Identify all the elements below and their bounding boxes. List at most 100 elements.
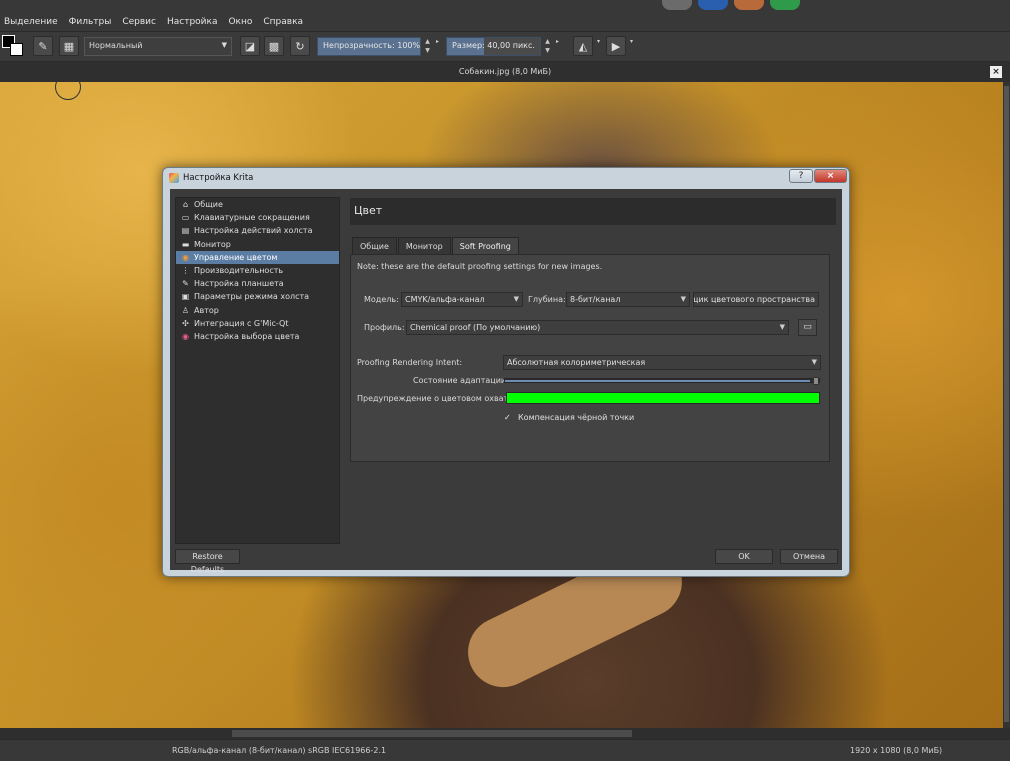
document-tab[interactable]: Собакин.jpg (8,0 МиБ) × [0,62,1010,82]
opacity-value: 100% [397,41,421,50]
nav-item-color-management[interactable]: ◉ Управление цветом [176,250,339,264]
nav-item-label: Интеграция с G'Mic-Qt [194,318,289,328]
author-icon: ♙ [181,305,190,315]
chevron-down-icon: ▼ [779,323,785,331]
grid-icon: ▦ [63,39,75,53]
gamut-warning-label: Предупреждение о цветовом охвате: [357,394,516,403]
nav-item-author[interactable]: ♙ Автор [176,304,339,317]
status-bar: RGB/альфа-канал (8-бит/канал) sRGB IEC61… [0,739,1010,761]
depth-select[interactable]: 8-бит/канал ▼ [566,292,690,307]
color-engine-field[interactable]: Проверщик цветового пространства [693,292,819,307]
mirror-horizontal-button[interactable]: ◭ [573,36,593,56]
canvas-mode-icon: ▣ [181,292,190,302]
checkbox-checked-icon[interactable]: ✓ [504,413,513,422]
model-value: CMYK/альфа-канал [405,295,485,304]
mirror-icon: ◭ [578,39,588,53]
opacity-spin-buttons[interactable]: ▲ ▼ [423,37,432,56]
taskbar-strip [662,0,800,10]
chevron-down-icon: ▼ [221,41,227,49]
background-color[interactable] [10,43,23,56]
color-engine-value: Проверщик цветового пространства [694,295,815,304]
image-size-info: 1920 x 1080 (8,0 МиБ) [850,746,943,755]
menu-tools[interactable]: Сервис [122,17,156,27]
tab-general[interactable]: Общие [352,237,397,255]
blend-mode-select[interactable]: Нормальный ▼ [84,37,232,56]
mirror-h-menu[interactable]: ▾ [594,37,603,56]
fg-bg-color-swatch[interactable] [2,35,24,57]
mirror-vertical-button[interactable]: ▶ [606,36,626,56]
flip-icon: ▶ [611,39,621,53]
nav-item-canvas-only[interactable]: ▣ Параметры режима холста [176,290,339,303]
tab-display[interactable]: Монитор [397,237,451,255]
gamut-warning-color-button[interactable] [506,392,820,404]
nav-item-label: Управление цветом [194,252,278,262]
opacity-menu-arrow[interactable]: ▸ [433,37,442,56]
eraser-mode-button[interactable]: ◪ [240,36,260,56]
performance-icon: ⋮ [181,265,190,275]
ok-button[interactable]: OK [715,549,773,564]
dialog-title: Настройка Krita [183,173,254,183]
close-button[interactable]: × [814,169,847,183]
dialog-body: ⌂ Общие ▭ Клавиатурные сокращения ▤ Настрой… [170,189,842,574]
chevron-down-icon: ▼ [680,295,686,303]
nav-item-canvas-input[interactable]: ▤ Настройка действий холста [176,224,339,237]
reload-preset-button[interactable]: ↻ [290,36,310,56]
dialog-titlebar[interactable]: Настройка Krita ? × [163,168,849,188]
adaptation-slider-fill [505,380,810,382]
open-profile-button[interactable]: ▭ [798,319,817,336]
intent-label: Proofing Rendering Intent: [357,358,463,367]
nav-item-color-selector[interactable]: ◉ Настройка выбора цвета [176,330,339,343]
vertical-scrollbar[interactable] [1003,82,1010,728]
horizontal-scrollbar[interactable] [0,728,1010,739]
model-select[interactable]: CMYK/альфа-канал ▼ [401,292,523,307]
profile-label: Профиль: [364,323,405,332]
intent-value: Абсолютная колориметрическая [507,358,646,367]
reload-icon: ↻ [295,39,305,53]
menu-settings[interactable]: Настройка [167,17,218,27]
page-title-text: Цвет [354,204,383,217]
cancel-button[interactable]: Отмена [780,549,838,564]
brush-presets-button[interactable]: ▦ [59,36,79,56]
nav-item-label: Параметры режима холста [194,292,310,302]
taskbar-app-icon[interactable] [734,0,764,10]
help-button[interactable]: ? [789,169,813,183]
model-label: Модель: [364,295,399,304]
taskbar-app-icon[interactable] [698,0,728,10]
checker-icon: ▩ [268,39,280,53]
menu-select[interactable]: Выделение [4,17,58,27]
scrollbar-thumb[interactable] [1004,86,1009,722]
nav-item-label: Настройка планшета [194,279,284,289]
menu-window[interactable]: Окно [228,17,252,27]
restore-defaults-button[interactable]: Restore Defaults [175,549,240,574]
nav-item-general[interactable]: ⌂ Общие [176,198,339,211]
close-icon[interactable]: × [990,66,1002,78]
blackpoint-compensation-row[interactable]: ✓ Компенсация чёрной точки [504,413,634,422]
nav-item-shortcuts[interactable]: ▭ Клавиатурные сокращения [176,211,339,224]
canvas-input-icon: ▤ [181,226,190,236]
colorspace-info: RGB/альфа-канал (8-бит/канал) sRGB IEC61… [172,746,387,755]
adaptation-slider[interactable] [504,377,820,385]
menu-help[interactable]: Справка [263,17,303,27]
opacity-slider[interactable]: Непрозрачность: 100% [317,37,421,56]
nav-item-display[interactable]: ▬ Монитор [176,238,339,251]
mirror-v-menu[interactable]: ▾ [627,37,636,56]
folder-icon: ▭ [803,322,812,332]
menu-filters[interactable]: Фильтры [69,17,112,27]
size-slider[interactable]: Размер: 40,00 пикс. [446,37,541,56]
adaptation-slider-handle[interactable] [813,377,819,385]
profile-select[interactable]: Chemical proof (По умолчанию) ▼ [406,320,789,335]
document-title: Собакин.jpg (8,0 МиБ) [458,67,552,76]
nav-item-gmic[interactable]: ✣ Интеграция с G'Mic-Qt [176,317,339,330]
taskbar-app-icon[interactable] [770,0,800,10]
nav-item-performance[interactable]: ⋮ Производительность [176,264,339,277]
scrollbar-thumb[interactable] [232,730,632,737]
brush-editor-button[interactable]: ✎ [33,36,53,56]
size-spin-buttons[interactable]: ▲ ▼ [543,37,552,56]
taskbar-app-icon[interactable] [662,0,692,10]
soft-proofing-panel: Note: these are the default proofing set… [350,254,830,462]
tab-soft-proofing[interactable]: Soft Proofing [451,237,519,255]
size-menu-arrow[interactable]: ▸ [553,37,562,56]
nav-item-tablet[interactable]: ✎ Настройка планшета [176,277,339,290]
alpha-lock-button[interactable]: ▩ [264,36,284,56]
intent-select[interactable]: Абсолютная колориметрическая ▼ [503,355,821,370]
